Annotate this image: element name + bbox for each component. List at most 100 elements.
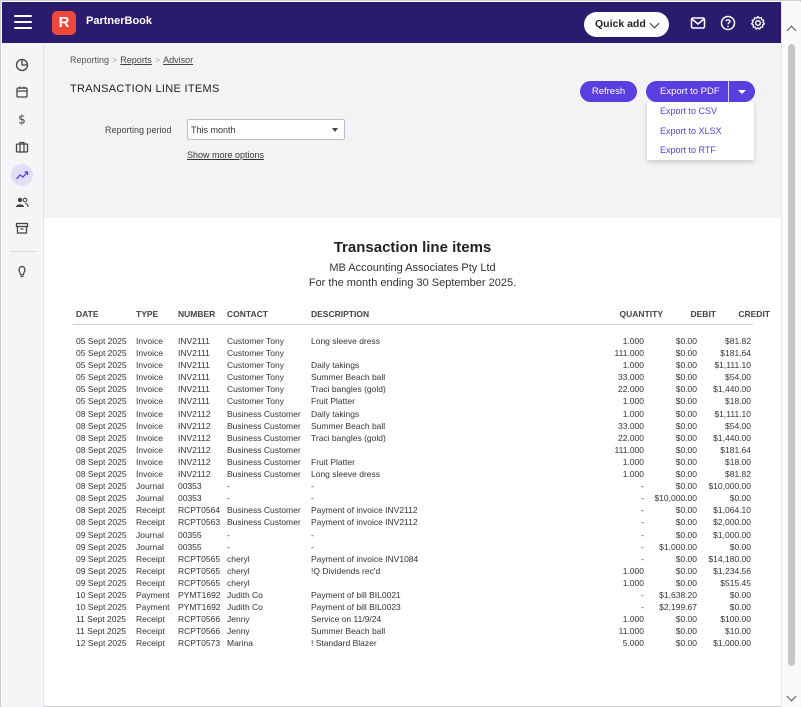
cell-credit: $1,000.00 <box>713 529 751 540</box>
cell-number: INV2112 <box>178 469 211 480</box>
lightbulb-icon[interactable] <box>11 261 33 283</box>
cell-debit: $0.00 <box>675 456 697 467</box>
table-row: 09 Sept 2025 Receipt RCPT0565 cheryl Payment… <box>1 554 781 566</box>
cell-credit: $81.82 <box>725 336 751 346</box>
cell-date: 08 Sept 2025 <box>76 481 127 492</box>
dropdown-arrow-icon <box>332 128 338 132</box>
cell-number: PYMT1692 <box>178 602 221 613</box>
cell-number: INV2111 <box>178 336 210 346</box>
cell-credit: $0.00 <box>729 493 751 504</box>
cell-description: Summer Beach ball <box>311 420 386 431</box>
cell-date: 10 Sept 2025 <box>76 589 127 600</box>
cell-credit: $0.00 <box>729 602 751 613</box>
cell-credit: $0.00 <box>729 541 751 552</box>
cell-number: RCPT0565 <box>178 553 221 564</box>
breadcrumb-reports[interactable]: Reports <box>120 55 152 65</box>
cell-number: INV2111 <box>178 372 210 383</box>
cell-credit: $100.00 <box>720 614 751 625</box>
cell-type: Invoice <box>136 396 163 407</box>
cell-quantity: 1.000 <box>622 565 644 576</box>
report-organisation: MB Accounting Associates Pty Ltd <box>329 262 496 274</box>
cell-quantity: - <box>641 529 644 540</box>
report-period: For the month ending 30 September 2025. <box>308 277 517 289</box>
cell-description: Traci bangles (gold) <box>311 384 386 395</box>
cell-credit: $1,440.00 <box>713 384 751 395</box>
table-row: 08 Sept 2025 Invoice INV2112 Business Custo… <box>1 433 781 445</box>
cell-description: Traci bangles (gold) <box>311 432 386 443</box>
cell-debit: $0.00 <box>675 565 697 576</box>
mail-icon[interactable] <box>690 15 706 31</box>
export-to-pdf-button[interactable]: Export to PDF <box>646 81 755 102</box>
cell-number: 00353 <box>178 481 202 492</box>
cell-contact: - <box>227 481 230 492</box>
export-dropdown-menu: Export to CSV Export to XLSX Export to R… <box>647 102 754 160</box>
cell-credit: $10,000.00 <box>708 481 751 492</box>
scroll-down-icon[interactable] <box>786 691 797 702</box>
cell-debit: $0.00 <box>675 432 697 443</box>
cell-contact: Customer Tony <box>227 336 285 346</box>
column-header-type: TYPE <box>136 309 159 319</box>
dollar-icon[interactable]: $ <box>11 108 33 130</box>
scroll-thumb[interactable] <box>788 44 795 666</box>
breadcrumb-advisor[interactable]: Advisor <box>163 55 193 65</box>
cell-quantity: 33.000 <box>618 372 644 383</box>
table-row: 09 Sept 2025 Journal 00355 - - - $1,000.00 $0.0… <box>1 542 781 554</box>
dashboard-icon[interactable] <box>11 54 33 76</box>
cell-quantity: 1.000 <box>622 360 644 371</box>
cell-date: 08 Sept 2025 <box>76 432 127 443</box>
cell-contact: - <box>227 541 230 552</box>
cell-quantity: 1.000 <box>622 614 644 625</box>
help-icon[interactable] <box>720 15 736 31</box>
report-title: Transaction line items <box>333 239 492 256</box>
cell-credit: $2,000.00 <box>713 517 751 528</box>
cell-description: Service on 11/9/24 <box>311 614 382 625</box>
column-header-contact: CONTACT <box>227 309 268 319</box>
refresh-button[interactable]: Refresh <box>580 81 637 102</box>
breadcrumb-reporting[interactable]: Reporting <box>70 55 109 65</box>
cell-date: 09 Sept 2025 <box>76 553 127 564</box>
archive-icon[interactable] <box>11 217 33 239</box>
cell-type: Invoice <box>136 360 163 371</box>
cell-type: Journal <box>136 541 164 552</box>
cell-credit: $1,440.00 <box>713 432 751 443</box>
calendar-icon[interactable] <box>11 81 33 103</box>
cell-debit: $0.00 <box>675 529 697 540</box>
cell-credit: $54.00 <box>725 420 751 431</box>
reporting-period-select[interactable]: This month <box>187 119 345 140</box>
cell-type: Invoice <box>136 432 163 443</box>
cell-type: Receipt <box>136 626 165 637</box>
breadcrumb-separator-icon: > <box>154 55 161 65</box>
cell-date: 09 Sept 2025 <box>76 565 127 576</box>
export-xlsx-item[interactable]: Export to XLSX <box>660 126 722 136</box>
cell-quantity: - <box>641 493 644 504</box>
settings-icon[interactable] <box>750 15 766 31</box>
button-divider <box>728 81 729 102</box>
cell-quantity: - <box>641 505 644 516</box>
cell-credit: $1,111.10 <box>714 408 751 419</box>
cell-debit: $2,199.67 <box>659 602 697 613</box>
hamburger-menu-icon[interactable] <box>14 15 32 29</box>
export-csv-item[interactable]: Export to CSV <box>660 106 717 116</box>
cell-date: 05 Sept 2025 <box>76 336 127 346</box>
table-row: 08 Sept 2025 Journal 00353- - - $10,000.00 $0.… <box>1 493 781 505</box>
quick-add-button[interactable]: Quick add <box>584 12 669 37</box>
caret-down-icon[interactable] <box>738 90 746 94</box>
contacts-icon[interactable] <box>11 191 33 213</box>
cell-date: 12 Sept 2025 <box>76 638 127 649</box>
reporting-icon[interactable] <box>11 164 33 186</box>
show-more-options-link[interactable]: Show more options <box>187 150 264 160</box>
briefcase-icon[interactable] <box>11 136 33 158</box>
table-row: 08 Sept 2025 Receipt RCPT0564 Business Cust… <box>1 505 781 517</box>
cell-description: ! Standard Blazer <box>311 638 377 649</box>
scroll-up-icon[interactable] <box>786 25 797 36</box>
cell-contact: Customer Tony <box>227 372 285 383</box>
cell-debit: $0.00 <box>675 626 697 637</box>
cell-number: INV2112 <box>178 444 211 455</box>
app-logo[interactable]: R <box>52 11 76 35</box>
table-row: 05 Sept 2025 Invoice INV2111 Customer Tony 1… <box>1 348 781 360</box>
sidebar-divider <box>10 251 36 252</box>
vertical-scrollbar[interactable] <box>781 2 801 707</box>
top-bar: R PartnerBook Quick add <box>2 2 781 43</box>
export-rtf-item[interactable]: Export to RTF <box>660 145 716 155</box>
cell-description: - <box>311 493 314 504</box>
